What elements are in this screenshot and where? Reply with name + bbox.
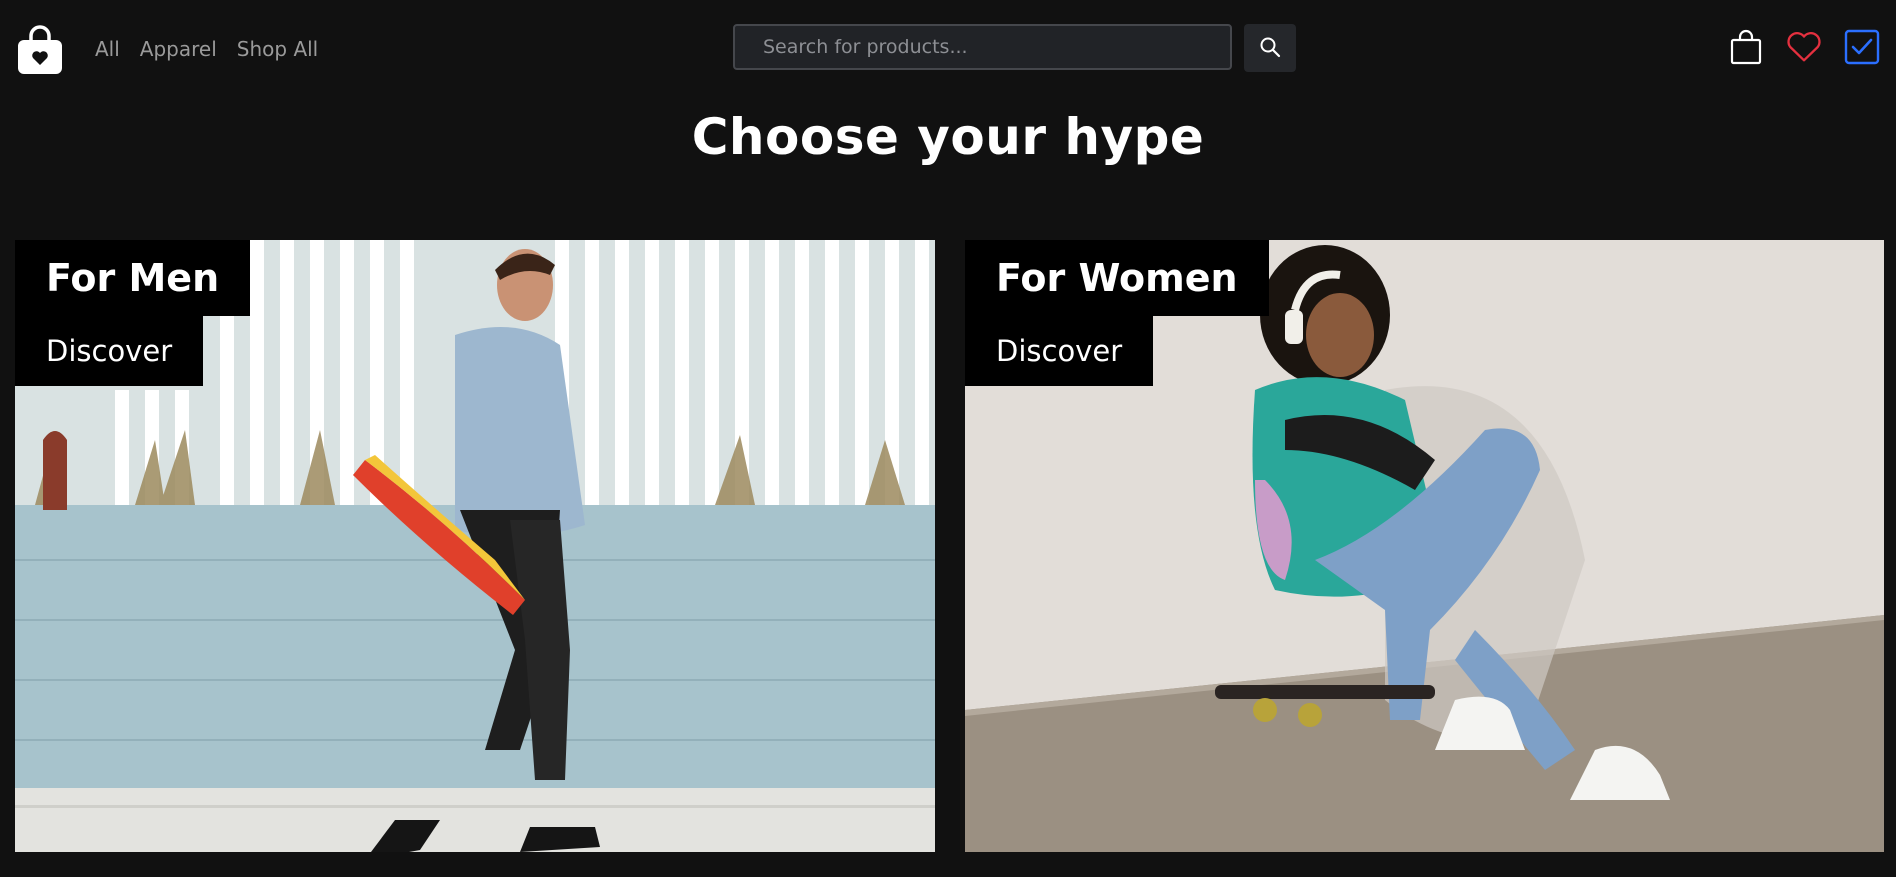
search-button[interactable] [1244, 24, 1296, 72]
nav-link-shop-all[interactable]: Shop All [237, 36, 318, 62]
cart-icon[interactable] [1728, 29, 1764, 65]
header-actions [1728, 29, 1880, 65]
category-card-men[interactable]: For Men Discover [15, 240, 935, 852]
search-input[interactable] [733, 24, 1232, 70]
page-title: Choose your hype [691, 108, 1205, 166]
category-card-women[interactable]: For Women Discover [965, 240, 1884, 852]
nav-link-all[interactable]: All [95, 36, 120, 62]
heart-icon[interactable] [1786, 29, 1822, 65]
site-header: All Apparel Shop All [0, 0, 1896, 96]
card-title: For Men [15, 240, 251, 316]
search-bar [733, 24, 1232, 70]
checkbox-icon[interactable] [1844, 29, 1880, 65]
discover-button[interactable]: Discover [15, 316, 204, 386]
main-nav: All Apparel Shop All [95, 36, 318, 62]
search-icon [1259, 36, 1281, 61]
shopping-bag-heart-icon[interactable] [17, 25, 63, 75]
nav-link-apparel[interactable]: Apparel [140, 36, 217, 62]
card-title: For Women [965, 240, 1269, 316]
discover-button[interactable]: Discover [965, 316, 1154, 386]
